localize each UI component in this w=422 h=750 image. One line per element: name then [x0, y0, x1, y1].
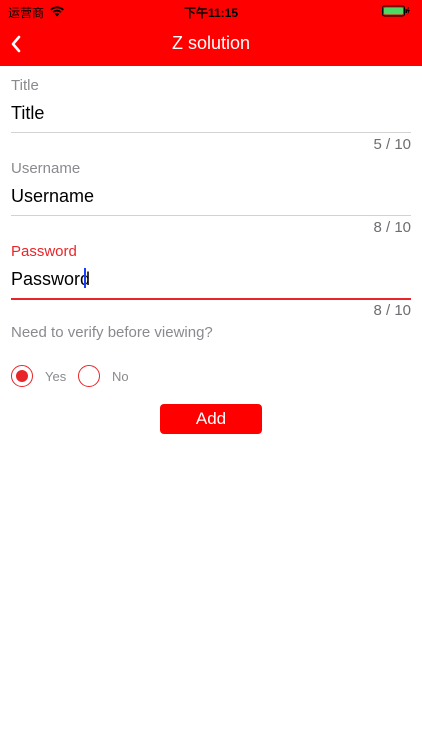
password-input[interactable]	[11, 265, 411, 293]
screen: 运营商 下午11:15 Z solution Title 5	[0, 0, 422, 750]
radio-no[interactable]	[78, 365, 100, 387]
password-underline	[11, 298, 411, 300]
status-bar: 运营商 下午11:15	[0, 0, 422, 22]
add-button[interactable]: Add	[160, 404, 262, 434]
verify-question: Need to verify before viewing?	[11, 324, 213, 341]
password-char-counter: 8 / 10	[373, 302, 411, 319]
title-char-counter: 5 / 10	[373, 136, 411, 153]
username-input[interactable]	[11, 182, 411, 210]
title-input[interactable]	[11, 99, 411, 127]
radio-yes[interactable]	[11, 365, 33, 387]
text-caret	[84, 268, 86, 288]
radio-selected-dot	[15, 369, 28, 382]
username-underline	[11, 215, 411, 216]
page-title: Z solution	[171, 33, 251, 53]
radio-no-label[interactable]: No	[112, 369, 129, 384]
nav-bar: Z solution	[0, 22, 422, 66]
password-field-label: Password	[11, 243, 77, 260]
radio-yes-label[interactable]: Yes	[45, 369, 66, 384]
header: 运营商 下午11:15 Z solution	[0, 0, 422, 66]
status-time: 下午11:15	[183, 6, 239, 20]
username-char-counter: 8 / 10	[373, 219, 411, 236]
title-underline	[11, 132, 411, 133]
title-field-label: Title	[11, 77, 39, 94]
username-field-label: Username	[11, 160, 81, 177]
battery-icon	[382, 5, 410, 17]
